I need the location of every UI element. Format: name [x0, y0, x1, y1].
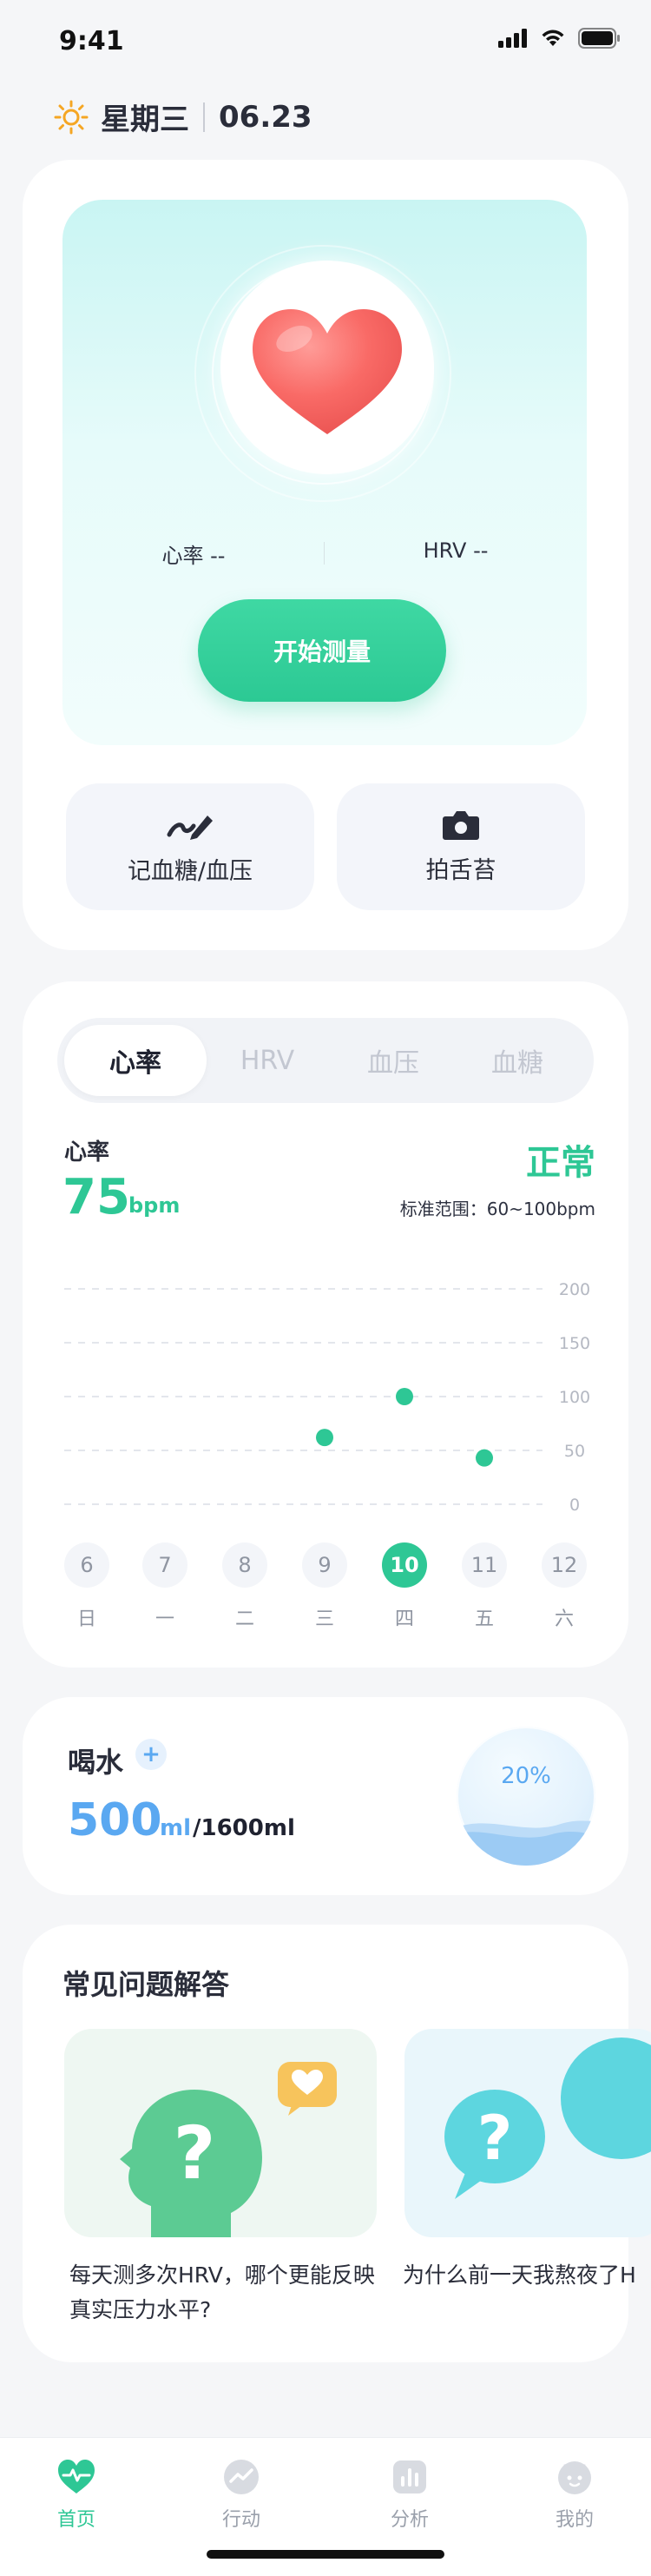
water-progress-globe: 20%: [457, 1727, 595, 1866]
metric-tabs: 心率 HRV 血压 血糖: [57, 1018, 594, 1103]
record-glucose-bp-label: 记血糖/血压: [127, 857, 253, 885]
tabbar-home[interactable]: 首页: [24, 2459, 128, 2532]
record-glucose-bp-button[interactable]: 记血糖/血压: [66, 783, 314, 910]
chat-question-icon: ?: [444, 2038, 651, 2199]
heart-rate-title: 心率: [64, 1139, 110, 1166]
tab-blood-pressure[interactable]: 血压: [322, 1025, 464, 1096]
day-chip-date: 11: [470, 1553, 498, 1577]
tabbar-profile-label: 我的: [555, 2509, 594, 2531]
day-chip-date: 9: [318, 1553, 332, 1577]
water-title: 喝水: [68, 1746, 124, 1779]
day-chip-weekday: 六: [554, 1608, 574, 1630]
add-water-button[interactable]: +: [135, 1739, 167, 1770]
tabbar-analysis-label: 分析: [390, 2509, 429, 2531]
head-question-icon: ?: [120, 2062, 337, 2237]
status-time: 9:41: [59, 26, 124, 56]
tabbar-home-label: 首页: [56, 2509, 95, 2531]
tabbar-action-label: 行动: [221, 2509, 260, 2531]
home-indicator: [207, 2550, 444, 2559]
day-chip-10[interactable]: 10: [382, 1542, 427, 1588]
water-unit: ml: [160, 1815, 192, 1841]
trend-icon: [224, 2460, 259, 2494]
day-chip-weekday: 五: [474, 1608, 494, 1630]
water-percent: 20%: [501, 1763, 551, 1789]
measure-panel: 心率 -- HRV -- 开始测量: [62, 200, 587, 745]
metrics-divider: [324, 542, 325, 565]
date-header: 星期三 06.23: [54, 96, 312, 138]
day-chip-8[interactable]: 8: [222, 1542, 267, 1588]
day-chip-9[interactable]: 9: [302, 1542, 347, 1588]
hrv-reading: HRV --: [423, 538, 489, 563]
svg-text:?: ?: [174, 2110, 216, 2196]
heart-icon: [253, 309, 402, 434]
tabbar-profile[interactable]: 我的: [523, 2459, 627, 2532]
tabbar-analysis[interactable]: 分析: [358, 2459, 462, 2532]
wifi-icon: [542, 30, 564, 46]
day-chip-date: 12: [550, 1553, 578, 1577]
day-chip-7[interactable]: 7: [142, 1542, 187, 1588]
heart-rate-unit: bpm: [128, 1193, 181, 1218]
pen-edit-icon: [167, 815, 213, 840]
faq-question-2[interactable]: 为什么前一天我熬夜了HRV反而更高，睡够了反而降低: [403, 2258, 637, 2293]
bar-chart-icon: [393, 2460, 426, 2493]
svg-text:?: ?: [477, 2103, 513, 2174]
tongue-photo-label: 拍舌苔: [425, 856, 496, 884]
heart-rate-value: 75: [62, 1169, 130, 1225]
day-chip-date: 10: [390, 1553, 419, 1577]
faq-title: 常见问题解答: [62, 1968, 230, 2001]
day-chip-weekday: 一: [155, 1608, 174, 1630]
water-amount: 500: [68, 1794, 162, 1846]
day-chip-weekday: 日: [76, 1608, 96, 1630]
water-wave: [457, 1820, 595, 1866]
heart-pulse-icon: [58, 2460, 95, 2493]
day-chip-date: 7: [158, 1553, 172, 1577]
tabbar-action[interactable]: 行动: [189, 2459, 293, 2532]
date-label: 06.23: [219, 99, 312, 135]
day-chip-12[interactable]: 12: [542, 1542, 587, 1588]
start-measure-button[interactable]: 开始测量: [198, 599, 446, 702]
day-chip-11[interactable]: 11: [462, 1542, 507, 1588]
tab-blood-sugar[interactable]: 血糖: [446, 1025, 589, 1096]
day-chip-date: 6: [80, 1553, 94, 1577]
measure-metrics: 心率 -- HRV --: [62, 538, 587, 569]
profile-icon: [558, 2461, 591, 2494]
tongue-photo-button[interactable]: 拍舌苔: [337, 783, 585, 910]
faq-image-1[interactable]: ?: [64, 2029, 377, 2237]
weekday-label: 星期三: [101, 102, 189, 137]
camera-icon: [443, 810, 479, 840]
day-chip-weekday: 二: [234, 1608, 254, 1630]
heart-rate-status: 正常: [526, 1143, 595, 1183]
water-goal: /1600ml: [193, 1815, 295, 1841]
status-icons: [498, 28, 621, 49]
day-chip-weekday: 四: [394, 1608, 414, 1630]
heart-rate-reading: 心率 --: [161, 544, 226, 568]
faq-image-2[interactable]: ?: [404, 2029, 651, 2237]
tab-heart-rate[interactable]: 心率: [64, 1025, 207, 1096]
date-divider: [203, 102, 205, 132]
heart-rate-range: 标准范围：60~100bpm: [399, 1199, 595, 1219]
day-chip-weekday: 三: [314, 1608, 334, 1630]
battery-icon: [578, 28, 620, 49]
signal-icon: [498, 29, 527, 48]
tab-hrv[interactable]: HRV: [196, 1025, 339, 1096]
sun-icon: [54, 100, 89, 134]
faq-question-1[interactable]: 每天测多次HRV，哪个更能反映真实压力水平?: [69, 2258, 382, 2328]
day-chip-6[interactable]: 6: [64, 1542, 109, 1588]
day-chip-date: 8: [238, 1553, 252, 1577]
